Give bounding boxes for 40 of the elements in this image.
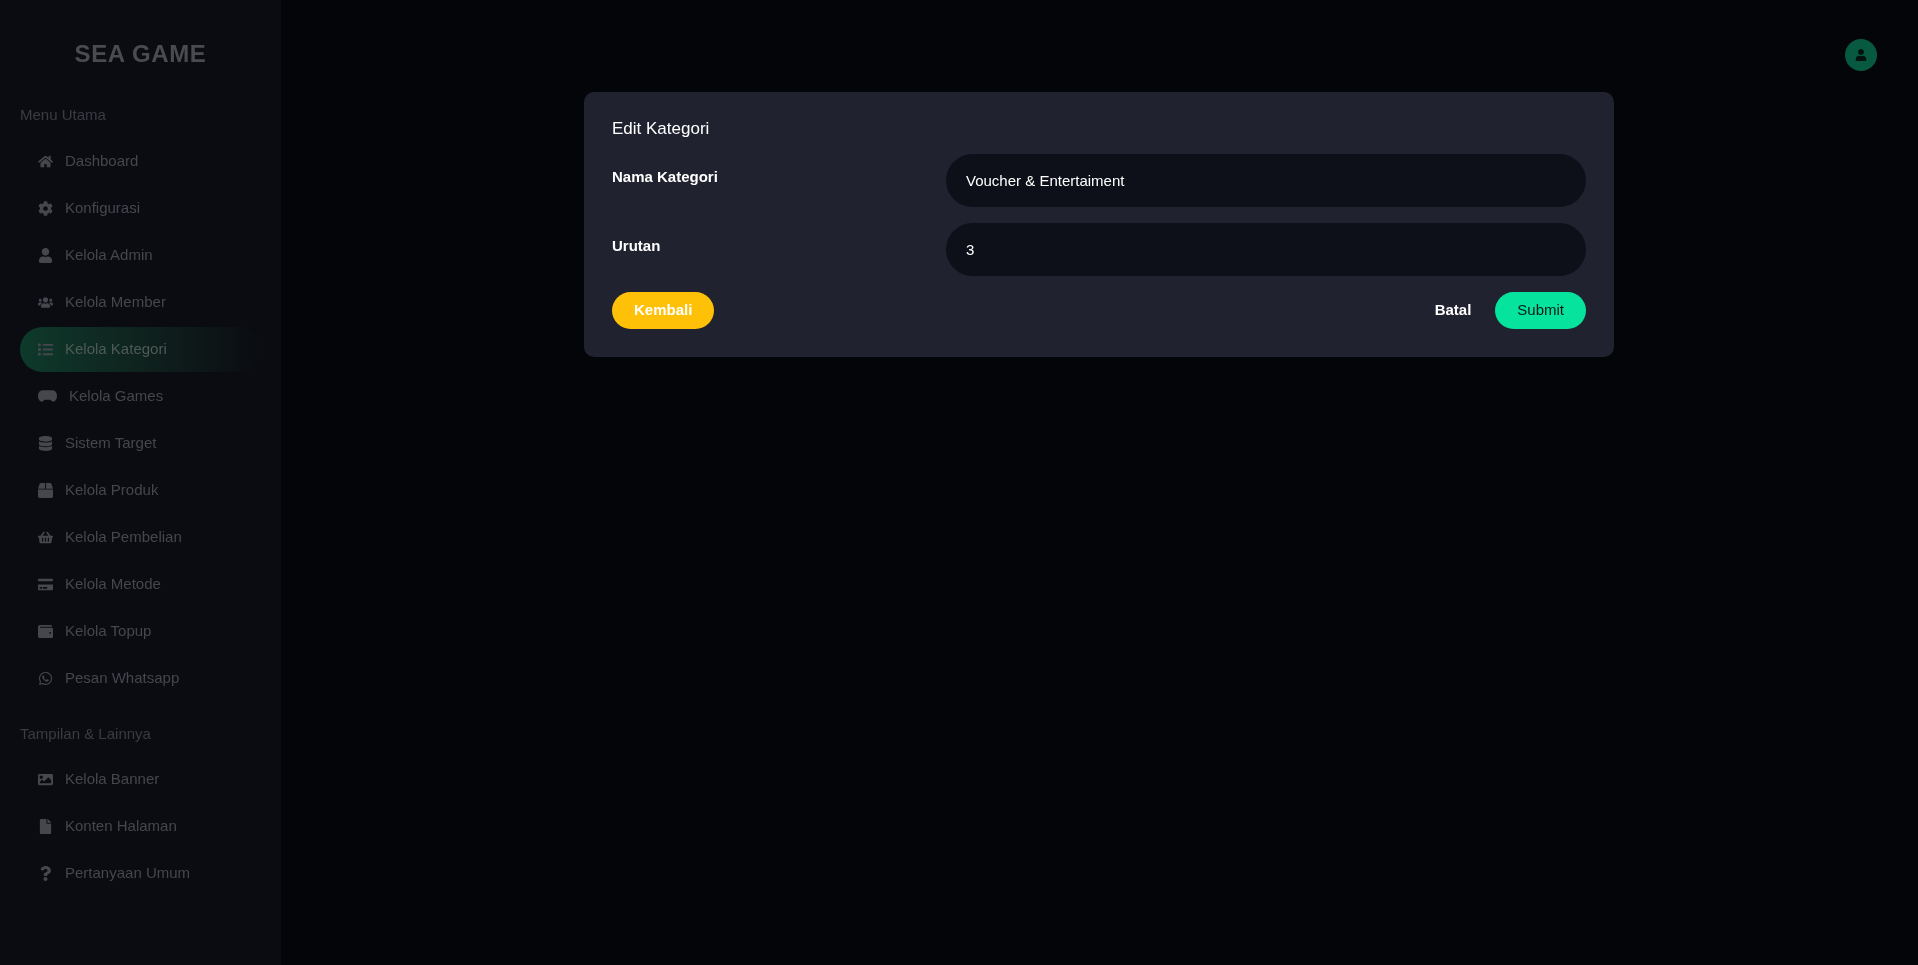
sidebar-item[interactable]: Konfigurasi [20, 185, 261, 231]
sidebar-item[interactable]: Kelola Pembelian [20, 514, 261, 560]
sidebar-item[interactable]: Kelola Banner [20, 757, 261, 802]
sidebar-item[interactable]: Sistem Target [20, 420, 261, 466]
image-icon [38, 772, 53, 787]
sidebar-item[interactable]: Konten Halaman [20, 804, 261, 849]
list-icon [38, 341, 53, 357]
users-icon [38, 294, 53, 310]
back-button[interactable]: Kembali [612, 291, 715, 329]
field-label: Nama Kategori [612, 166, 719, 187]
sidebar-item[interactable]: Pesan Whatsapp [20, 655, 261, 701]
gear-icon [38, 200, 53, 216]
avatar-button[interactable] [1845, 39, 1877, 71]
user-icon [1855, 49, 1867, 61]
logo: SEA GAME [74, 39, 207, 69]
submit-button[interactable]: Submit [1495, 291, 1586, 329]
home-icon [38, 153, 53, 169]
sidebar-item[interactable]: Kelola Games [20, 373, 261, 419]
gamepad-icon [38, 390, 57, 402]
dialog-title: Edit Kategori [612, 118, 711, 140]
sidebar-item[interactable]: Kelola Metode [20, 561, 261, 607]
sidebar-item[interactable]: Kelola Topup [20, 608, 261, 654]
database-icon [38, 435, 53, 451]
file-icon [38, 819, 53, 834]
input-field[interactable]: Voucher & Entertaiment [946, 153, 1586, 207]
basket-icon [38, 529, 53, 545]
whatsapp-icon [38, 670, 53, 686]
sidebar-item[interactable]: Kelola Admin [20, 232, 261, 278]
sidebar-item[interactable]: Dashboard [20, 138, 261, 184]
field-label: Urutan [612, 235, 662, 256]
sidebar-item[interactable]: Kelola Produk [20, 467, 261, 513]
credit-card-icon [38, 576, 53, 592]
question-icon [38, 866, 53, 881]
cancel-button[interactable]: Batal [1422, 291, 1484, 329]
wallet-icon [38, 623, 53, 639]
user-icon [38, 247, 53, 263]
box-icon [38, 482, 53, 498]
input-field[interactable]: 3 [946, 222, 1586, 276]
sidebar-item[interactable]: Kelola Member [20, 279, 261, 325]
sidebar-item[interactable]: Pertanyaan Umum [20, 851, 261, 896]
